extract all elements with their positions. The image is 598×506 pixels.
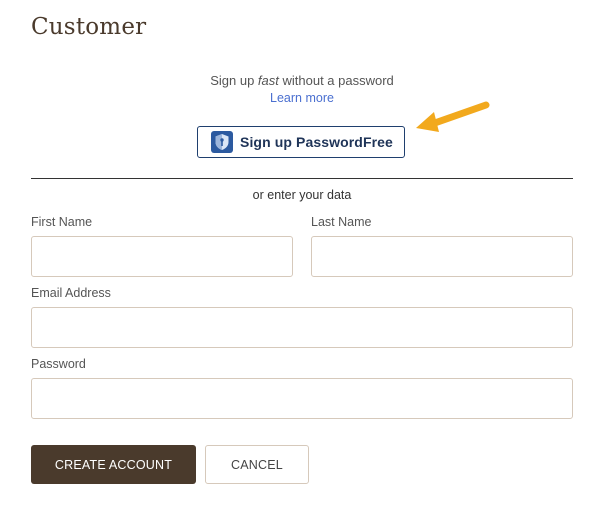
section-divider [31, 178, 573, 179]
signup-text-emphasis: fast [257, 73, 279, 88]
signup-text-prefix: Sign up [210, 73, 258, 88]
signup-fast-text: Sign up fast without a password [0, 73, 598, 88]
learn-more-link[interactable]: Learn more [0, 91, 598, 105]
signup-text-suffix: without a password [278, 73, 394, 88]
first-name-label: First Name [31, 215, 93, 229]
password-label: Password [31, 357, 86, 371]
email-label: Email Address [31, 286, 111, 300]
pointer-arrow-icon [416, 101, 490, 132]
password-field[interactable] [31, 378, 573, 419]
email-field[interactable] [31, 307, 573, 348]
create-account-button[interactable]: CREATE ACCOUNT [31, 445, 196, 484]
last-name-field[interactable] [311, 236, 573, 277]
first-name-field[interactable] [31, 236, 293, 277]
cancel-button[interactable]: CANCEL [205, 445, 309, 484]
passwordfree-signup-button[interactable]: Sign up PasswordFree [197, 126, 405, 158]
page-title: Customer [31, 14, 147, 40]
divider-text: or enter your data [252, 188, 352, 202]
passwordfree-shield-icon [211, 131, 233, 153]
passwordfree-button-label: Sign up PasswordFree [240, 134, 393, 150]
last-name-label: Last Name [311, 215, 372, 229]
